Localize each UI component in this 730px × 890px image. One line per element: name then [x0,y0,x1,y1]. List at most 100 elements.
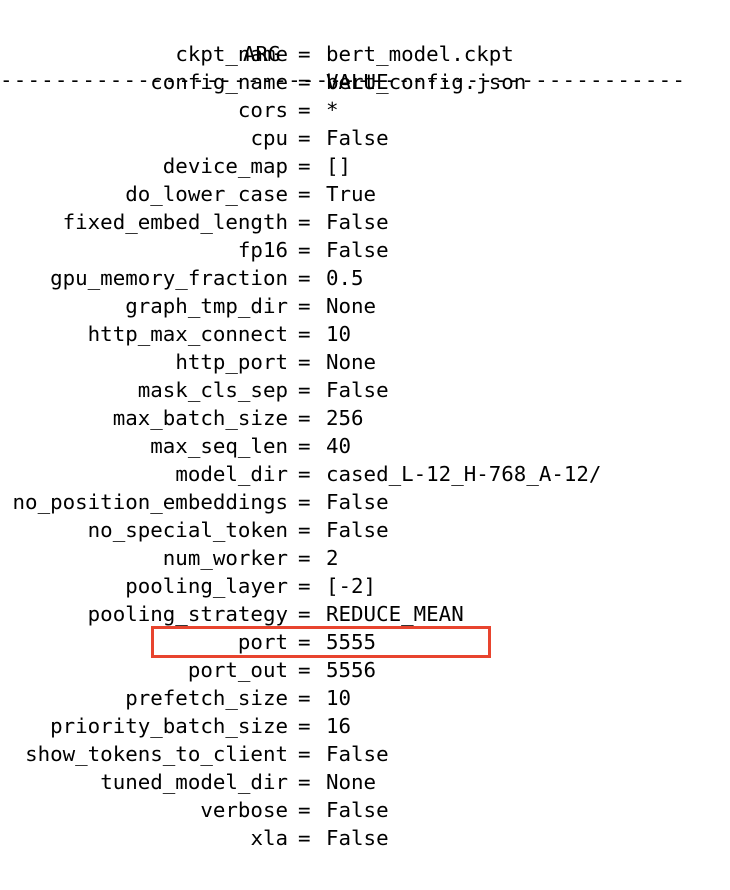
equals-sign: = [298,126,311,150]
arg-name: http_port [175,350,288,374]
arg-value: None [326,770,377,794]
arg-name: config_name [150,70,288,94]
arg-value: 40 [326,434,352,458]
arg-row-pooling-strategy: pooling_strategy = REDUCE_MEAN [0,600,730,628]
equals-sign: = [298,98,311,122]
arg-row-config-name: config_name = bert_config.json [0,68,730,96]
arg-name: model_dir [175,462,288,486]
equals-sign: = [298,378,311,402]
arg-name: no_special_token [87,518,288,542]
equals-sign: = [298,406,311,430]
equals-sign: = [298,350,311,374]
arg-value: False [326,210,389,234]
arg-row-cors: cors = * [0,96,730,124]
arg-row-max-seq-len: max_seq_len = 40 [0,432,730,460]
arg-name: max_batch_size [112,406,288,430]
equals-sign: = [298,42,311,66]
arg-value: cased_L-12_H-768_A-12/ [326,462,602,486]
table-header: ARG VALUE [0,12,389,94]
arg-name: cors [237,98,288,122]
equals-sign: = [298,154,311,178]
arg-name: max_seq_len [150,434,288,458]
arg-name: fp16 [237,238,288,262]
arg-value: False [326,490,389,514]
equals-sign: = [298,266,311,290]
equals-sign: = [298,462,311,486]
equals-sign: = [298,322,311,346]
arg-value: bert_model.ckpt [326,42,514,66]
equals-sign: = [298,238,311,262]
equals-sign: = [298,210,311,234]
equals-sign: = [298,490,311,514]
equals-sign: = [298,742,311,766]
arg-value: 10 [326,686,352,710]
arg-row-cpu: cpu = False [0,124,730,152]
arg-name: graph_tmp_dir [125,294,288,318]
arg-row-pooling-layer: pooling_layer = [-2] [0,572,730,600]
terminal-output: ARG VALUE ------------------------------… [0,0,730,890]
arg-value: 16 [326,714,352,738]
equals-sign: = [298,518,311,542]
arg-row-tuned-model-dir: tuned_model_dir = None [0,768,730,796]
arg-row-num-worker: num_worker = 2 [0,544,730,572]
arg-row-show-tokens-to-client: show_tokens_to_client = False [0,740,730,768]
arg-name: verbose [200,798,288,822]
arg-name: xla [250,826,288,850]
arg-row-mask-cls-sep: mask_cls_sep = False [0,376,730,404]
arg-value: 256 [326,406,364,430]
equals-sign: = [298,182,311,206]
equals-sign: = [298,434,311,458]
arg-name: no_position_embeddings [12,490,288,514]
arg-name: fixed_embed_length [62,210,288,234]
arg-value: False [326,742,389,766]
arg-value: * [326,98,339,122]
arg-row-fixed-embed-length: fixed_embed_length = False [0,208,730,236]
equals-sign: = [298,826,311,850]
arg-name: mask_cls_sep [137,378,288,402]
arg-name: priority_batch_size [50,714,288,738]
arg-name: device_map [162,154,288,178]
arg-value: None [326,294,377,318]
arg-row-http-max-connect: http_max_connect = 10 [0,320,730,348]
arg-name: pooling_strategy [87,602,288,626]
arg-value: [-2] [326,574,377,598]
arg-row-verbose: verbose = False [0,796,730,824]
equals-sign: = [298,70,311,94]
arg-value: None [326,350,377,374]
arg-value: True [326,182,377,206]
arg-value: False [326,798,389,822]
equals-sign: = [298,770,311,794]
arg-row-do-lower-case: do_lower_case = True [0,180,730,208]
arg-name: ckpt_name [175,42,288,66]
arg-row-no-position-embeddings: no_position_embeddings = False [0,488,730,516]
arg-row-http-port: http_port = None [0,348,730,376]
arg-name: pooling_layer [125,574,288,598]
arg-value: False [326,518,389,542]
equals-sign: = [298,574,311,598]
arg-value: bert_config.json [326,70,527,94]
arg-row-graph-tmp-dir: graph_tmp_dir = None [0,292,730,320]
equals-sign: = [298,602,311,626]
arg-row-port-out: port_out = 5556 [0,656,730,684]
arg-value: 2 [326,546,339,570]
arg-name: cpu [250,126,288,150]
arg-row-gpu-memory-fraction: gpu_memory_fraction = 0.5 [0,264,730,292]
arg-name: show_tokens_to_client [25,742,288,766]
arg-row-ckpt-name: ckpt_name = bert_model.ckpt [0,40,730,68]
arg-value: False [326,826,389,850]
arg-row-no-special-token: no_special_token = False [0,516,730,544]
arg-name: http_max_connect [87,322,288,346]
arg-name: tuned_model_dir [100,770,288,794]
arg-name: do_lower_case [125,182,288,206]
equals-sign: = [298,294,311,318]
arg-row-prefetch-size: prefetch_size = 10 [0,684,730,712]
arg-value: 5556 [326,658,377,682]
port-highlight-box [151,626,491,658]
arg-row-fp16: fp16 = False [0,236,730,264]
arg-name: gpu_memory_fraction [50,266,288,290]
arg-value: False [326,126,389,150]
arg-name: num_worker [162,546,288,570]
arg-value: False [326,378,389,402]
arg-value: 10 [326,322,352,346]
equals-sign: = [298,658,311,682]
